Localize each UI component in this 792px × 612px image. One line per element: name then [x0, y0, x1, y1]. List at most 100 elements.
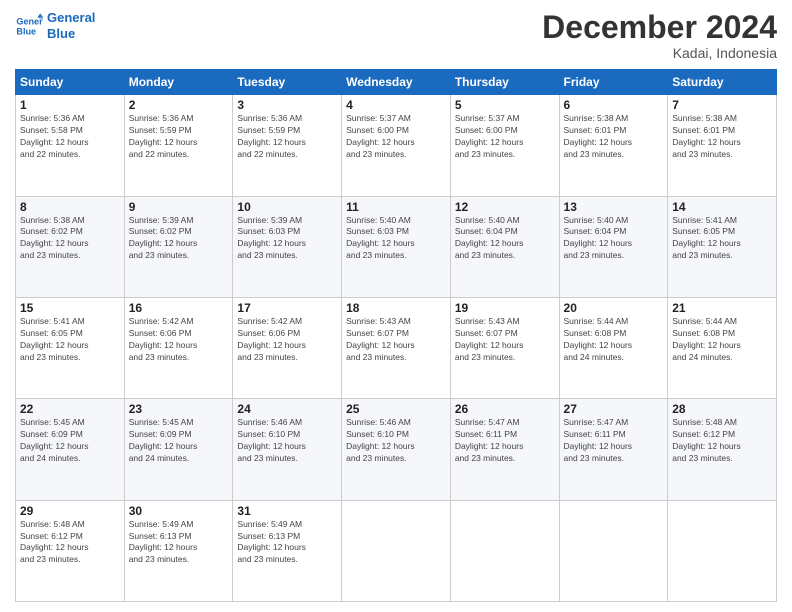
day-number: 28 — [672, 402, 772, 416]
calendar-cell: 5Sunrise: 5:37 AM Sunset: 6:00 PM Daylig… — [450, 95, 559, 196]
day-number: 25 — [346, 402, 446, 416]
header-saturday: Saturday — [668, 70, 777, 95]
calendar-header-row: Sunday Monday Tuesday Wednesday Thursday… — [16, 70, 777, 95]
calendar-week-2: 8Sunrise: 5:38 AM Sunset: 6:02 PM Daylig… — [16, 196, 777, 297]
calendar-cell: 8Sunrise: 5:38 AM Sunset: 6:02 PM Daylig… — [16, 196, 125, 297]
logo-text: General Blue — [47, 10, 95, 41]
day-info: Sunrise: 5:47 AM Sunset: 6:11 PM Dayligh… — [455, 417, 555, 465]
calendar-cell: 30Sunrise: 5:49 AM Sunset: 6:13 PM Dayli… — [124, 500, 233, 601]
calendar-cell: 31Sunrise: 5:49 AM Sunset: 6:13 PM Dayli… — [233, 500, 342, 601]
calendar-cell: 17Sunrise: 5:42 AM Sunset: 6:06 PM Dayli… — [233, 297, 342, 398]
day-info: Sunrise: 5:49 AM Sunset: 6:13 PM Dayligh… — [237, 519, 337, 567]
day-info: Sunrise: 5:45 AM Sunset: 6:09 PM Dayligh… — [129, 417, 229, 465]
day-info: Sunrise: 5:38 AM Sunset: 6:01 PM Dayligh… — [564, 113, 664, 161]
day-number: 6 — [564, 98, 664, 112]
calendar-cell: 4Sunrise: 5:37 AM Sunset: 6:00 PM Daylig… — [342, 95, 451, 196]
header-monday: Monday — [124, 70, 233, 95]
day-info: Sunrise: 5:42 AM Sunset: 6:06 PM Dayligh… — [237, 316, 337, 364]
header-sunday: Sunday — [16, 70, 125, 95]
calendar-cell: 19Sunrise: 5:43 AM Sunset: 6:07 PM Dayli… — [450, 297, 559, 398]
day-info: Sunrise: 5:36 AM Sunset: 5:58 PM Dayligh… — [20, 113, 120, 161]
day-info: Sunrise: 5:39 AM Sunset: 6:03 PM Dayligh… — [237, 215, 337, 263]
calendar-cell: 11Sunrise: 5:40 AM Sunset: 6:03 PM Dayli… — [342, 196, 451, 297]
calendar-cell: 7Sunrise: 5:38 AM Sunset: 6:01 PM Daylig… — [668, 95, 777, 196]
day-number: 14 — [672, 200, 772, 214]
day-number: 8 — [20, 200, 120, 214]
header-thursday: Thursday — [450, 70, 559, 95]
day-number: 5 — [455, 98, 555, 112]
day-number: 29 — [20, 504, 120, 518]
day-number: 9 — [129, 200, 229, 214]
day-number: 16 — [129, 301, 229, 315]
calendar-cell — [342, 500, 451, 601]
day-number: 21 — [672, 301, 772, 315]
logo-line1: General — [47, 10, 95, 25]
day-number: 7 — [672, 98, 772, 112]
month-title: December 2024 — [542, 10, 777, 45]
day-info: Sunrise: 5:39 AM Sunset: 6:02 PM Dayligh… — [129, 215, 229, 263]
calendar-cell — [668, 500, 777, 601]
day-info: Sunrise: 5:44 AM Sunset: 6:08 PM Dayligh… — [564, 316, 664, 364]
day-info: Sunrise: 5:45 AM Sunset: 6:09 PM Dayligh… — [20, 417, 120, 465]
day-number: 2 — [129, 98, 229, 112]
day-info: Sunrise: 5:36 AM Sunset: 5:59 PM Dayligh… — [237, 113, 337, 161]
day-number: 19 — [455, 301, 555, 315]
calendar-cell: 16Sunrise: 5:42 AM Sunset: 6:06 PM Dayli… — [124, 297, 233, 398]
calendar-cell: 1Sunrise: 5:36 AM Sunset: 5:58 PM Daylig… — [16, 95, 125, 196]
calendar-cell: 24Sunrise: 5:46 AM Sunset: 6:10 PM Dayli… — [233, 399, 342, 500]
day-info: Sunrise: 5:43 AM Sunset: 6:07 PM Dayligh… — [346, 316, 446, 364]
header: General Blue General Blue December 2024 … — [15, 10, 777, 61]
logo-icon: General Blue — [15, 12, 43, 40]
day-number: 13 — [564, 200, 664, 214]
calendar-cell: 20Sunrise: 5:44 AM Sunset: 6:08 PM Dayli… — [559, 297, 668, 398]
day-info: Sunrise: 5:40 AM Sunset: 6:03 PM Dayligh… — [346, 215, 446, 263]
day-number: 4 — [346, 98, 446, 112]
calendar-cell: 6Sunrise: 5:38 AM Sunset: 6:01 PM Daylig… — [559, 95, 668, 196]
calendar-week-3: 15Sunrise: 5:41 AM Sunset: 6:05 PM Dayli… — [16, 297, 777, 398]
calendar: Sunday Monday Tuesday Wednesday Thursday… — [15, 69, 777, 602]
calendar-cell: 14Sunrise: 5:41 AM Sunset: 6:05 PM Dayli… — [668, 196, 777, 297]
logo-line2: Blue — [47, 26, 75, 41]
calendar-cell: 28Sunrise: 5:48 AM Sunset: 6:12 PM Dayli… — [668, 399, 777, 500]
day-info: Sunrise: 5:48 AM Sunset: 6:12 PM Dayligh… — [672, 417, 772, 465]
day-number: 10 — [237, 200, 337, 214]
calendar-cell: 26Sunrise: 5:47 AM Sunset: 6:11 PM Dayli… — [450, 399, 559, 500]
header-tuesday: Tuesday — [233, 70, 342, 95]
day-number: 17 — [237, 301, 337, 315]
calendar-week-4: 22Sunrise: 5:45 AM Sunset: 6:09 PM Dayli… — [16, 399, 777, 500]
page: General Blue General Blue December 2024 … — [0, 0, 792, 612]
day-number: 26 — [455, 402, 555, 416]
day-number: 11 — [346, 200, 446, 214]
day-info: Sunrise: 5:37 AM Sunset: 6:00 PM Dayligh… — [455, 113, 555, 161]
calendar-cell: 23Sunrise: 5:45 AM Sunset: 6:09 PM Dayli… — [124, 399, 233, 500]
calendar-cell: 15Sunrise: 5:41 AM Sunset: 6:05 PM Dayli… — [16, 297, 125, 398]
calendar-cell: 9Sunrise: 5:39 AM Sunset: 6:02 PM Daylig… — [124, 196, 233, 297]
day-info: Sunrise: 5:41 AM Sunset: 6:05 PM Dayligh… — [672, 215, 772, 263]
day-number: 31 — [237, 504, 337, 518]
calendar-cell: 12Sunrise: 5:40 AM Sunset: 6:04 PM Dayli… — [450, 196, 559, 297]
header-friday: Friday — [559, 70, 668, 95]
day-info: Sunrise: 5:48 AM Sunset: 6:12 PM Dayligh… — [20, 519, 120, 567]
day-number: 20 — [564, 301, 664, 315]
day-info: Sunrise: 5:49 AM Sunset: 6:13 PM Dayligh… — [129, 519, 229, 567]
day-number: 3 — [237, 98, 337, 112]
header-wednesday: Wednesday — [342, 70, 451, 95]
calendar-cell: 25Sunrise: 5:46 AM Sunset: 6:10 PM Dayli… — [342, 399, 451, 500]
location: Kadai, Indonesia — [542, 45, 777, 61]
day-info: Sunrise: 5:36 AM Sunset: 5:59 PM Dayligh… — [129, 113, 229, 161]
day-info: Sunrise: 5:38 AM Sunset: 6:02 PM Dayligh… — [20, 215, 120, 263]
day-info: Sunrise: 5:38 AM Sunset: 6:01 PM Dayligh… — [672, 113, 772, 161]
calendar-cell — [450, 500, 559, 601]
calendar-cell: 2Sunrise: 5:36 AM Sunset: 5:59 PM Daylig… — [124, 95, 233, 196]
day-number: 12 — [455, 200, 555, 214]
calendar-cell: 29Sunrise: 5:48 AM Sunset: 6:12 PM Dayli… — [16, 500, 125, 601]
day-info: Sunrise: 5:41 AM Sunset: 6:05 PM Dayligh… — [20, 316, 120, 364]
day-number: 23 — [129, 402, 229, 416]
title-block: December 2024 Kadai, Indonesia — [542, 10, 777, 61]
day-info: Sunrise: 5:37 AM Sunset: 6:00 PM Dayligh… — [346, 113, 446, 161]
day-info: Sunrise: 5:44 AM Sunset: 6:08 PM Dayligh… — [672, 316, 772, 364]
day-number: 18 — [346, 301, 446, 315]
calendar-cell: 10Sunrise: 5:39 AM Sunset: 6:03 PM Dayli… — [233, 196, 342, 297]
calendar-cell: 13Sunrise: 5:40 AM Sunset: 6:04 PM Dayli… — [559, 196, 668, 297]
day-number: 1 — [20, 98, 120, 112]
